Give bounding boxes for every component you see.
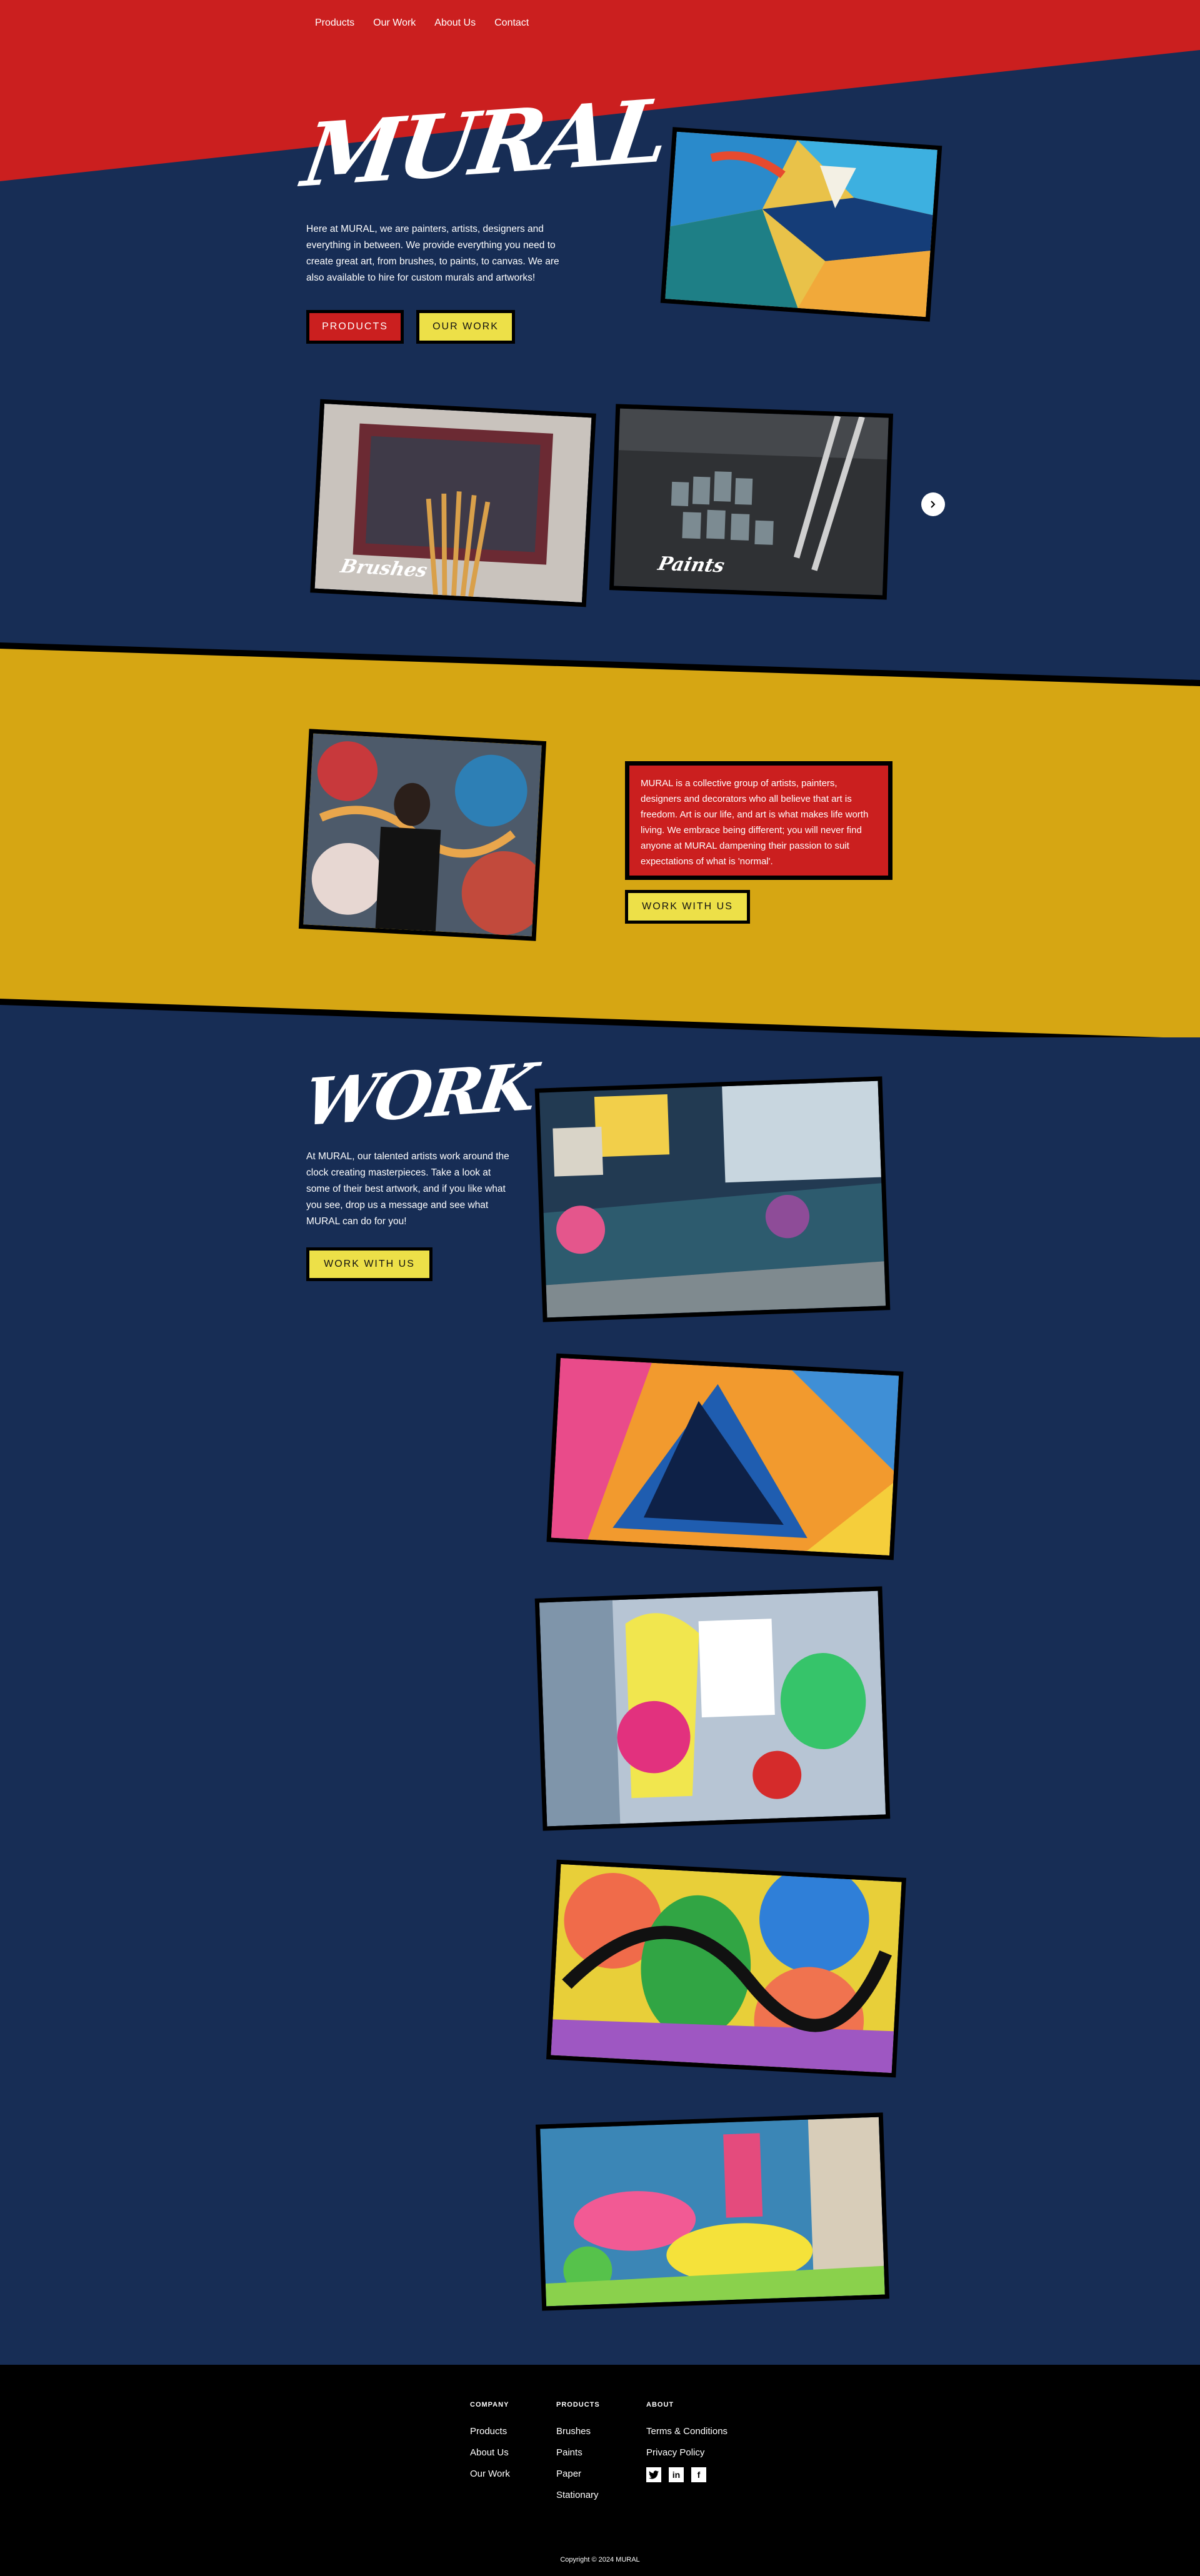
footer-link-paper[interactable]: Paper (556, 2464, 600, 2485)
products-button[interactable]: PRODUCTS (306, 310, 404, 344)
carousel-next-button[interactable] (921, 492, 945, 516)
footer-link-privacy[interactable]: Privacy Policy (646, 2442, 728, 2464)
footer-about: ABOUT Terms & Conditions Privacy Policy … (646, 2401, 728, 2482)
footer-link-brushes[interactable]: Brushes (556, 2421, 600, 2442)
top-nav: Products Our Work About Us Contact (315, 17, 529, 29)
our-work-button[interactable]: OUR WORK (416, 310, 515, 344)
linkedin-icon[interactable]: in (669, 2467, 684, 2482)
footer-link-about-us[interactable]: About Us (470, 2442, 510, 2464)
nav-products[interactable]: Products (315, 17, 354, 29)
work-artwork-3[interactable] (534, 1586, 891, 1831)
work-heading: WORK (299, 1048, 539, 1141)
footer: COMPANY Products About Us Our Work PRODU… (0, 2365, 1200, 2576)
work-with-us-button[interactable]: WORK WITH US (306, 1247, 432, 1281)
work-artwork-1[interactable] (534, 1076, 891, 1322)
mural-logo: MURAL (296, 80, 672, 207)
footer-link-our-work[interactable]: Our Work (470, 2464, 510, 2485)
carousel-item-paints[interactable]: Paints (609, 404, 894, 600)
footer-link-products[interactable]: Products (470, 2421, 510, 2442)
work-artwork-2[interactable] (546, 1353, 904, 1560)
footer-link-stationary[interactable]: Stationary (556, 2485, 600, 2506)
chevron-right-icon (931, 501, 936, 508)
carousel-item-brushes[interactable]: Brushes (310, 399, 596, 607)
work-artwork-5[interactable] (535, 2112, 890, 2311)
footer-link-paints[interactable]: Paints (556, 2442, 600, 2464)
social-links: in f (646, 2467, 728, 2482)
yellow-band (0, 649, 1200, 1037)
copyright: Copyright © 2024 MURAL (560, 2556, 640, 2564)
footer-link-terms[interactable]: Terms & Conditions (646, 2421, 728, 2442)
footer-products: PRODUCTS Brushes Paints Paper Stationary (556, 2401, 600, 2506)
carousel-label-brushes: Brushes (338, 555, 429, 582)
nav-contact[interactable]: Contact (494, 17, 529, 29)
work-with-us-button-about[interactable]: WORK WITH US (625, 890, 750, 924)
footer-heading-about: ABOUT (646, 2401, 674, 2409)
footer-heading-products: PRODUCTS (556, 2401, 600, 2409)
about-artist-image (298, 729, 547, 941)
carousel-label-paints: Paints (656, 552, 727, 577)
about-text-box: MURAL is a collective group of artists, … (625, 761, 892, 880)
footer-heading-company: COMPANY (470, 2401, 509, 2409)
work-artwork-4[interactable] (546, 1859, 906, 2078)
nav-about-us[interactable]: About Us (434, 17, 476, 29)
footer-company: COMPANY Products About Us Our Work (470, 2401, 510, 2485)
nav-our-work[interactable]: Our Work (373, 17, 416, 29)
facebook-icon[interactable]: f (691, 2467, 706, 2482)
hero-text: Here at MURAL, we are painters, artists,… (306, 224, 559, 283)
twitter-icon[interactable] (646, 2467, 661, 2482)
hero-artwork-image (660, 127, 942, 322)
work-text: At MURAL, our talented artists work arou… (306, 1151, 509, 1227)
